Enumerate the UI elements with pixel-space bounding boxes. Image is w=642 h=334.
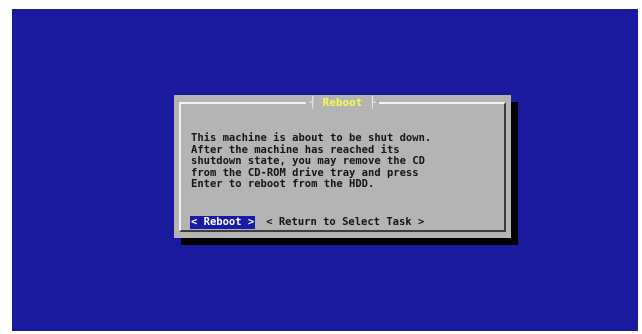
dialog-message: This machine is about to be shut down. Af… [191,132,501,191]
installer-console: ┤ Reboot ├ This machine is about to be s… [12,9,638,331]
message-line: Enter to reboot from the HDD. [191,178,375,190]
title-right-bracket: ├ [369,96,376,109]
dialog-buttons: < Reboot > < Return to Select Task > [190,216,425,229]
title-left-bracket: ┤ [309,96,316,109]
reboot-button[interactable]: < Reboot > [190,216,256,229]
dialog-title: Reboot [322,96,363,109]
message-line: This machine is about to be shut down. [191,132,432,144]
screen-frame: ┤ Reboot ├ This machine is about to be s… [0,0,642,334]
dialog-title-wrap: ┤ Reboot ├ [306,96,379,109]
return-to-select-task-button[interactable]: < Return to Select Task > [265,216,425,229]
dialog-title-bar: ┤ Reboot ├ [174,95,511,111]
reboot-dialog: ┤ Reboot ├ This machine is about to be s… [174,95,511,238]
message-line: shutdown state, you may remove the CD [191,155,425,167]
